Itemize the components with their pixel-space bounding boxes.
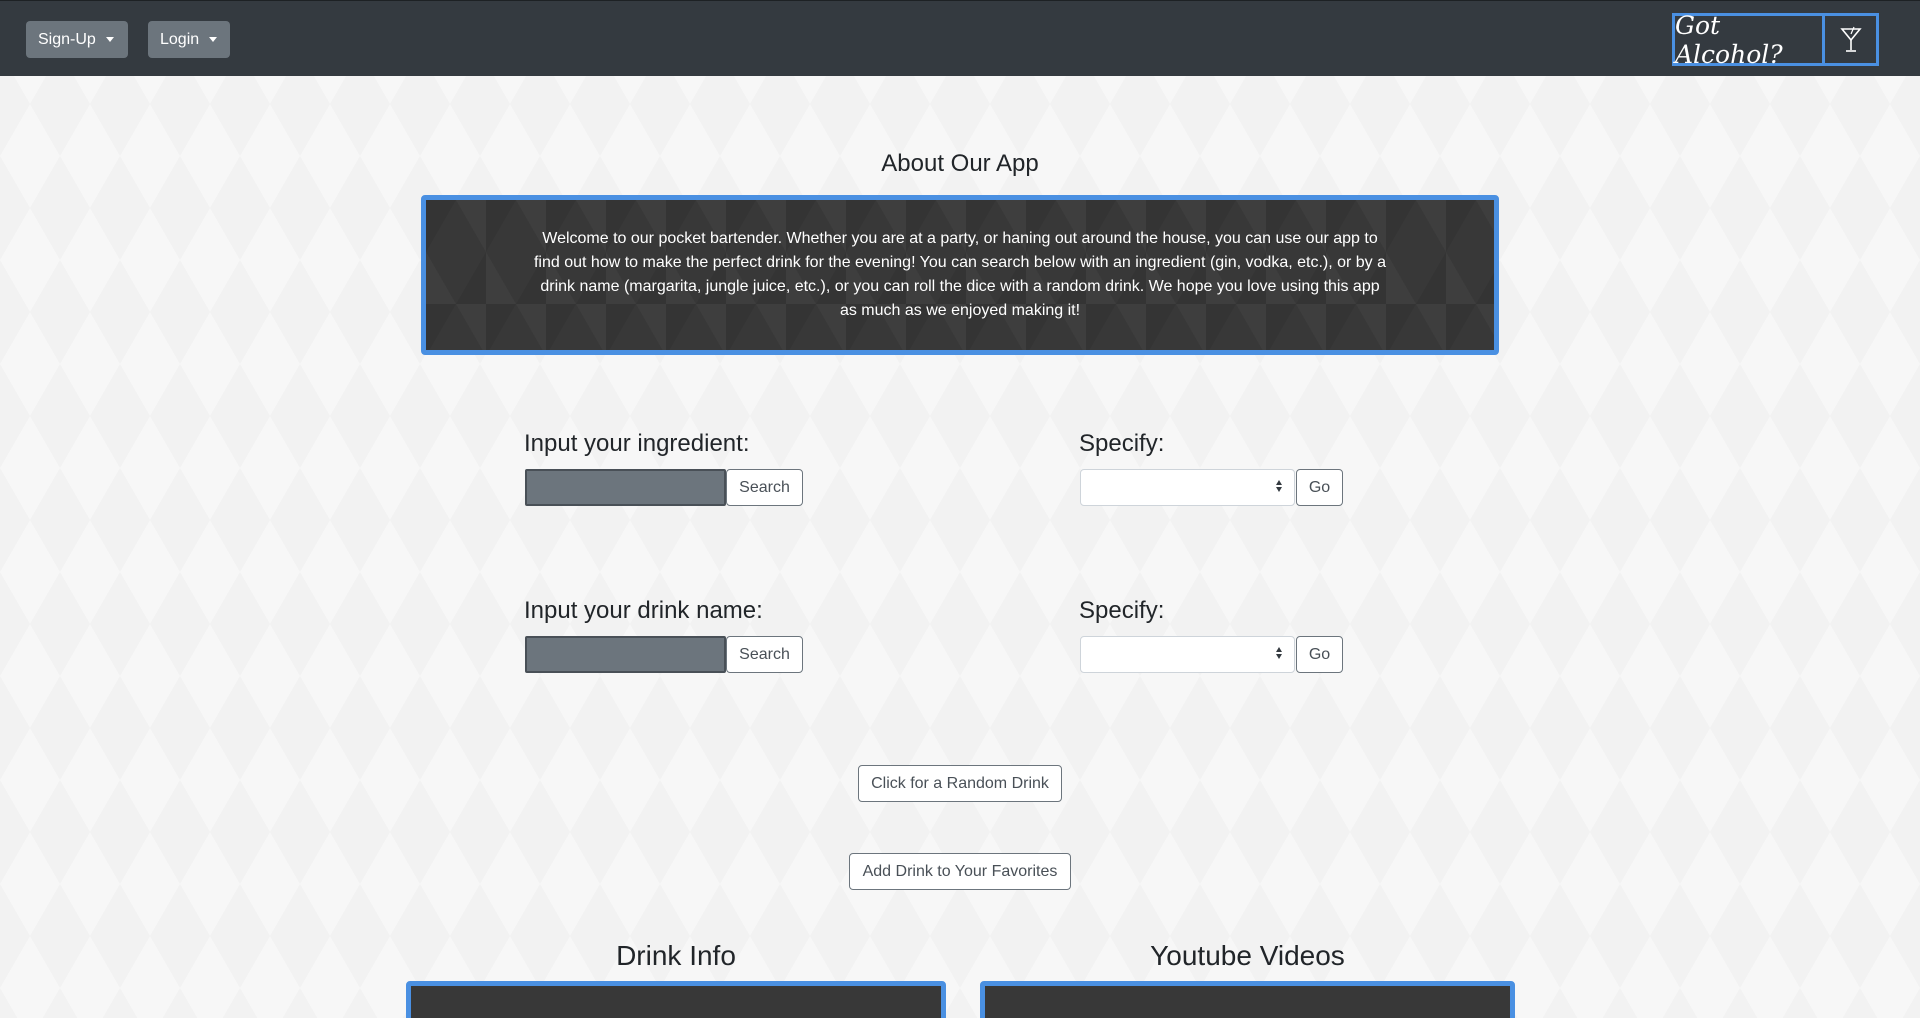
- ingredient-go-button[interactable]: Go: [1296, 469, 1343, 506]
- drink-name-search-button[interactable]: Search: [726, 636, 803, 673]
- ingredient-search-button[interactable]: Search: [726, 469, 803, 506]
- signup-dropdown-button[interactable]: Sign-Up: [26, 21, 128, 58]
- drink-info-title: Drink Info: [616, 940, 736, 971]
- top-navbar: Sign-Up Login Got Alcohol?: [0, 0, 1920, 76]
- ingredient-input[interactable]: [525, 469, 726, 506]
- drink-go-button[interactable]: Go: [1296, 636, 1343, 673]
- about-title: About Our App: [881, 150, 1039, 177]
- ingredient-label: Input your ingredient:: [524, 430, 750, 457]
- drink-info-panel: [406, 981, 946, 1018]
- drink-specify-select[interactable]: [1080, 636, 1295, 673]
- drink-name-label: Input your drink name:: [524, 597, 763, 624]
- youtube-videos-title: Youtube Videos: [1150, 940, 1345, 971]
- cocktail-glass-icon: [1825, 16, 1876, 63]
- signup-button-label: Sign-Up: [38, 31, 96, 48]
- add-favorite-button[interactable]: Add Drink to Your Favorites: [849, 853, 1071, 890]
- about-panel: Welcome to our pocket bartender. Whether…: [421, 195, 1499, 355]
- brand-logo[interactable]: Got Alcohol?: [1672, 11, 1879, 69]
- select-arrows-icon: [1276, 647, 1282, 659]
- caret-down-icon: [105, 37, 114, 42]
- drink-specify-label: Specify:: [1079, 597, 1165, 624]
- ingredient-specify-label: Specify:: [1079, 430, 1165, 457]
- about-description: Welcome to our pocket bartender. Whether…: [533, 230, 1387, 319]
- caret-down-icon: [209, 37, 218, 42]
- ingredient-specify-select[interactable]: [1080, 469, 1295, 506]
- drink-name-input[interactable]: [525, 636, 726, 673]
- random-drink-button[interactable]: Click for a Random Drink: [858, 765, 1062, 802]
- brand-title: Got Alcohol?: [1675, 11, 1825, 69]
- select-arrows-icon: [1276, 480, 1282, 492]
- login-button-label: Login: [160, 31, 200, 48]
- login-dropdown-button[interactable]: Login: [148, 21, 230, 58]
- youtube-videos-panel: [980, 981, 1515, 1018]
